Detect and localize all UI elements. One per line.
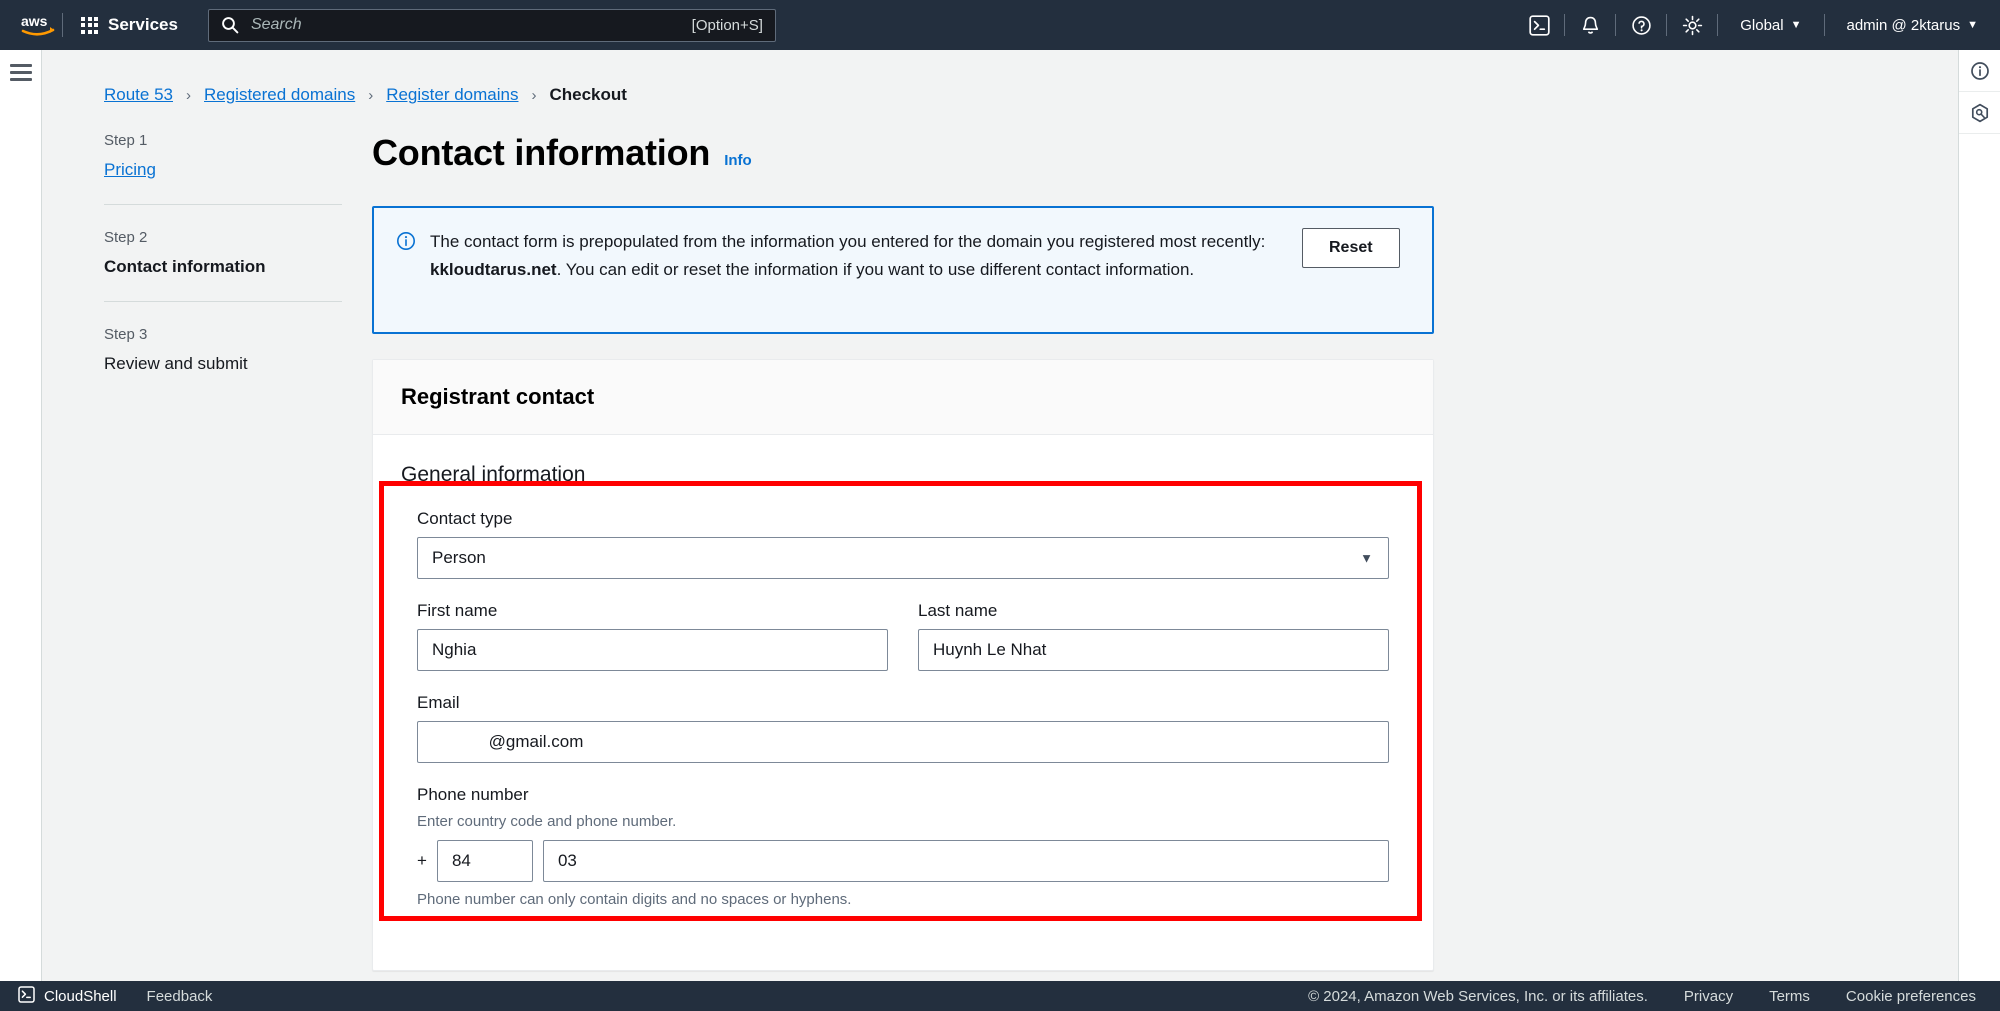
- grid-icon: [81, 16, 98, 34]
- registrant-contact-card: Registrant contact General information C…: [372, 359, 1434, 971]
- chevron-right-icon: ›: [368, 86, 374, 104]
- breadcrumb-item-registered-domains[interactable]: Registered domains: [204, 85, 355, 105]
- left-navigation-rail: [0, 50, 42, 981]
- prepopulated-info-alert: The contact form is prepopulated from th…: [372, 206, 1434, 334]
- contact-type-field: Contact type ▼: [417, 509, 1389, 579]
- phone-number-input[interactable]: [542, 840, 1389, 882]
- card-body: General information Contact type ▼: [373, 435, 1433, 970]
- phone-number-description: Enter country code and phone number.: [417, 813, 677, 830]
- terms-link[interactable]: Terms: [1769, 988, 1810, 1005]
- search-icon: [221, 16, 239, 34]
- bell-icon[interactable]: [1565, 0, 1615, 50]
- step-1-number: Step 1: [104, 132, 148, 149]
- content-columns: Step 1 Pricing Step 2 Contact informatio…: [43, 132, 1958, 971]
- wizard-step-1: Step 1 Pricing: [104, 132, 342, 205]
- services-label: Services: [108, 15, 178, 34]
- question-circle-icon[interactable]: [1616, 0, 1666, 50]
- copyright-text: © 2024, Amazon Web Services, Inc. or its…: [1308, 987, 1648, 1005]
- footer-right-group: © 2024, Amazon Web Services, Inc. or its…: [1308, 988, 2000, 1005]
- breadcrumb-item-route53[interactable]: Route 53: [104, 85, 173, 105]
- gear-icon[interactable]: [1667, 0, 1717, 50]
- chevron-down-icon: ▼: [1790, 18, 1802, 31]
- region-selector[interactable]: Global ▼: [1718, 0, 1823, 50]
- card-title: Registrant contact: [401, 384, 595, 409]
- page-title-row: Contact information Info: [372, 132, 1434, 174]
- wizard-step-2: Step 2 Contact information: [104, 229, 342, 302]
- search-shortcut-hint: [Option+S]: [691, 16, 763, 34]
- main-column: Contact information Info The contact for…: [372, 132, 1434, 971]
- chevron-right-icon: ›: [531, 86, 537, 104]
- search-input[interactable]: [250, 16, 692, 34]
- wizard-steps-sidebar: Step 1 Pricing Step 2 Contact informatio…: [104, 132, 372, 971]
- info-link[interactable]: Info: [724, 152, 752, 169]
- info-circle-icon[interactable]: [1959, 50, 2000, 92]
- page-title: Contact information: [372, 132, 711, 173]
- hamburger-menu-icon[interactable]: [9, 64, 32, 81]
- contact-type-select-wrapper[interactable]: ▼: [417, 537, 1389, 579]
- alert-domain-name: kkloudtarus.net: [430, 259, 557, 279]
- phone-plus-sign: +: [417, 851, 427, 870]
- phone-number-field: Phone number Enter country code and phon…: [417, 785, 1389, 908]
- name-fields-row: First name Last name: [417, 601, 1389, 671]
- breadcrumb: Route 53 › Registered domains › Register…: [43, 50, 1958, 105]
- phone-inputs-row: +: [417, 840, 1389, 882]
- info-circle-icon: [396, 228, 416, 256]
- email-label: Email: [417, 693, 460, 712]
- breadcrumb-item-checkout: Checkout: [549, 85, 627, 104]
- breadcrumb-item-register-domains[interactable]: Register domains: [386, 85, 518, 105]
- alert-message: The contact form is prepopulated from th…: [430, 228, 1270, 283]
- contact-form-fields: Contact type ▼ First name: [401, 487, 1405, 908]
- aws-logo[interactable]: aws: [0, 0, 62, 50]
- account-label: admin @ 2ktarus: [1846, 16, 1961, 34]
- contact-type-label: Contact type: [417, 509, 513, 528]
- last-name-input[interactable]: [918, 629, 1389, 671]
- last-name-label: Last name: [918, 601, 998, 620]
- step-3-number: Step 3: [104, 326, 148, 343]
- sidebar-item-review-and-submit: Review and submit: [104, 354, 248, 373]
- email-field: Email: [417, 693, 1389, 763]
- sidebar-item-pricing[interactable]: Pricing: [104, 160, 342, 180]
- footer-bar: CloudShell Feedback © 2024, Amazon Web S…: [0, 981, 2000, 1011]
- step-2-number: Step 2: [104, 229, 148, 246]
- page-content: Route 53 › Registered domains › Register…: [43, 50, 1958, 981]
- cloudshell-icon: [18, 985, 35, 1007]
- top-navigation-bar: aws Services [Option+S]: [0, 0, 2000, 50]
- account-menu[interactable]: admin @ 2ktarus ▼: [1825, 0, 2000, 50]
- first-name-label: First name: [417, 601, 498, 620]
- privacy-link[interactable]: Privacy: [1684, 988, 1733, 1005]
- general-information-heading: General information: [401, 463, 586, 486]
- email-input[interactable]: [417, 721, 1389, 763]
- global-search-box[interactable]: [Option+S]: [207, 8, 776, 42]
- contact-type-select[interactable]: [417, 537, 1389, 579]
- footer-left-group: CloudShell Feedback: [0, 985, 213, 1007]
- wizard-step-3: Step 3 Review and submit: [104, 326, 342, 398]
- alert-actions: Reset: [1284, 228, 1400, 268]
- first-name-input[interactable]: [417, 629, 888, 671]
- alert-text-part1: The contact form is prepopulated from th…: [430, 232, 1266, 251]
- cloudshell-button[interactable]: CloudShell: [18, 985, 117, 1007]
- svg-text:aws: aws: [21, 13, 48, 29]
- last-name-field: Last name: [918, 601, 1389, 671]
- cloudshell-label: CloudShell: [44, 987, 117, 1005]
- chevron-down-icon: ▼: [1967, 18, 1978, 31]
- first-name-field: First name: [417, 601, 888, 671]
- alert-text-part2: . You can edit or reset the information …: [556, 259, 1195, 279]
- nav-right-group: Global ▼ admin @ 2ktarus ▼: [1514, 0, 2000, 50]
- region-label: Global: [1740, 16, 1784, 34]
- cookie-preferences-link[interactable]: Cookie preferences: [1846, 988, 1976, 1005]
- feedback-link[interactable]: Feedback: [147, 988, 213, 1005]
- card-header: Registrant contact: [373, 360, 1433, 435]
- phone-number-label: Phone number: [417, 785, 529, 804]
- right-utility-rail: [1958, 50, 2000, 981]
- reset-button[interactable]: Reset: [1302, 228, 1400, 268]
- sidebar-item-contact-information: Contact information: [104, 257, 266, 276]
- phone-country-code-input[interactable]: [436, 840, 533, 882]
- services-menu-button[interactable]: Services: [63, 0, 196, 50]
- phone-number-hint: Phone number can only contain digits and…: [417, 891, 852, 908]
- chevron-right-icon: ›: [186, 86, 191, 104]
- cloudshell-icon[interactable]: [1514, 0, 1564, 50]
- hexagon-key-icon[interactable]: [1959, 92, 2000, 134]
